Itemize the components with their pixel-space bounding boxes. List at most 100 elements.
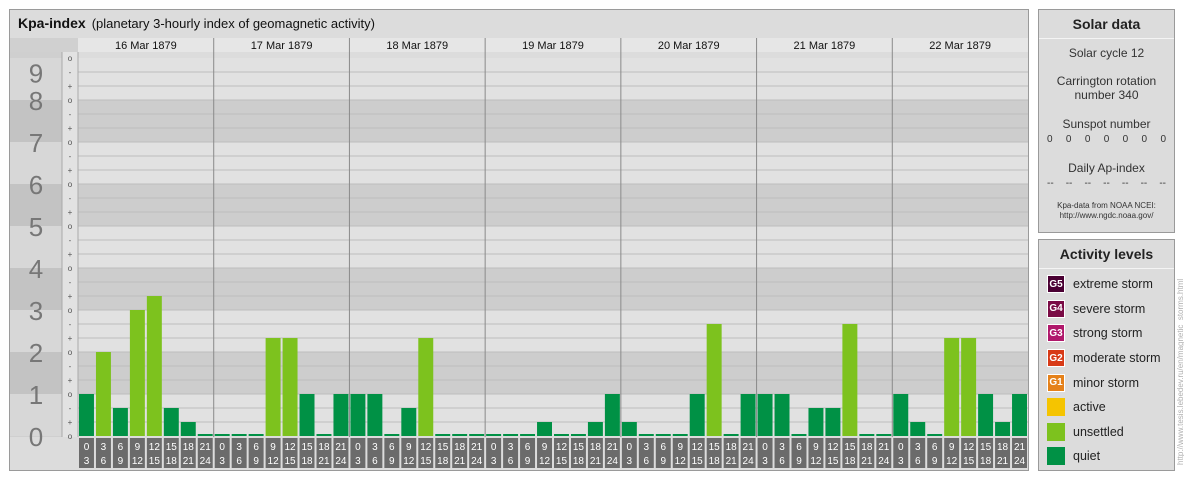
legend-swatch: G2: [1047, 349, 1065, 368]
kp-bar: [706, 323, 722, 436]
kp-bar: [791, 434, 807, 436]
data-source: Kpa-data from NOAA NCEI: http://www.ngdc…: [1039, 201, 1174, 221]
activity-levels-title: Activity levels: [1039, 240, 1174, 269]
interval-end-label: 6: [644, 456, 650, 467]
kp-band-1: [78, 352, 1028, 394]
ap-value: --: [1103, 178, 1110, 189]
kp-bar: [638, 434, 654, 436]
interval-start-label: 9: [677, 442, 683, 453]
interval-start-label: 12: [556, 442, 568, 453]
legend-label: quiet: [1073, 449, 1101, 464]
interval-start-label: 9: [542, 442, 548, 453]
kp-bar: [774, 394, 790, 436]
interval-start-label: 6: [118, 442, 124, 453]
interval-end-label: 9: [118, 456, 124, 467]
interval-end-label: 3: [762, 456, 768, 467]
source-line-1: Kpa-data from NOAA NCEI:: [1057, 201, 1156, 210]
interval-end-label: 3: [84, 456, 90, 467]
source-line-2[interactable]: http://www.ngdc.noaa.gov/: [1039, 211, 1174, 221]
y-tick-label: 3: [29, 296, 43, 326]
kp-bar: [350, 394, 366, 436]
interval-start-label: 21: [200, 442, 212, 453]
interval-end-label: 6: [236, 456, 242, 467]
solar-data-title: Solar data: [1039, 10, 1174, 39]
kp-bar: [180, 422, 196, 436]
day-label: 22 Mar 1879: [929, 40, 991, 52]
kp-bar: [587, 422, 603, 436]
legend-item: quiet: [1039, 444, 1174, 469]
interval-start-label: 6: [932, 442, 938, 453]
interval-start-label: 12: [692, 442, 704, 453]
kp-bar: [893, 394, 909, 436]
kp-bar: [435, 434, 451, 436]
interval-end-label: 21: [454, 456, 466, 467]
sub-tick-label: o: [68, 54, 73, 63]
sub-tick-label: +: [68, 292, 73, 301]
sub-tick-label: -: [69, 362, 72, 371]
interval-start-label: 15: [709, 442, 721, 453]
interval-end-label: 21: [861, 456, 873, 467]
legend-swatch: G5: [1047, 275, 1065, 294]
interval-start-label: 21: [1014, 442, 1026, 453]
kp-bar: [503, 434, 519, 436]
chart-title: Kpa-index: [18, 15, 86, 31]
interval-start-label: 12: [420, 442, 432, 453]
interval-start-label: 3: [508, 442, 514, 453]
interval-end-label: 15: [963, 456, 975, 467]
sunspot-label: Sunspot number: [1062, 117, 1151, 131]
interval-start-label: 3: [644, 442, 650, 453]
interval-end-label: 6: [508, 456, 514, 467]
kp-bar: [876, 434, 892, 436]
kp-bar: [655, 434, 671, 436]
interval-start-label: 6: [796, 442, 802, 453]
interval-start-label: 18: [861, 442, 873, 453]
legend-swatch: [1047, 398, 1065, 417]
kp-bar: [570, 434, 586, 436]
interval-start-label: 21: [607, 442, 619, 453]
interval-start-label: 15: [573, 442, 585, 453]
interval-start-label: 0: [898, 442, 904, 453]
axis-header-filler: [10, 38, 78, 52]
sub-tick-label: +: [68, 82, 73, 91]
carrington-rotation: Carrington rotation number 340: [1056, 74, 1157, 102]
interval-end-label: 3: [355, 456, 361, 467]
interval-start-label: 21: [335, 442, 347, 453]
kp-bar: [520, 434, 536, 436]
interval-start-label: 6: [253, 442, 259, 453]
interval-start-label: 21: [471, 442, 483, 453]
interval-end-label: 3: [219, 456, 225, 467]
y-tick-label: 8: [29, 86, 43, 116]
kpa-chart: 0123456789o+-o+-o+-o+-o+-o+-o+-o+-o+-o16…: [10, 38, 1028, 468]
legend-swatch: [1047, 422, 1065, 441]
kp-band-8: [78, 58, 1028, 100]
sunspot-value: 0: [1122, 134, 1129, 145]
interval-start-label: 3: [372, 442, 378, 453]
solar-cycle: Solar cycle 12: [1068, 46, 1145, 60]
legend-label: moderate storm: [1073, 351, 1161, 366]
kp-bar: [265, 338, 281, 436]
sunspot-values: 0 0 0 0 0 0 0: [1039, 134, 1174, 145]
interval-start-label: 9: [135, 442, 141, 453]
kp-bar: [418, 338, 434, 436]
interval-end-label: 12: [675, 456, 687, 467]
y-tick-label: 7: [29, 128, 43, 158]
day-label: 21 Mar 1879: [794, 40, 856, 52]
sub-tick-label: o: [68, 180, 73, 189]
legend-label: severe storm: [1073, 301, 1146, 316]
kp-bar: [689, 394, 705, 436]
legend-label: extreme storm: [1073, 277, 1153, 292]
kp-bar: [112, 407, 128, 436]
interval-end-label: 15: [284, 456, 296, 467]
interval-end-label: 3: [627, 456, 633, 467]
sub-tick-label: -: [69, 278, 72, 287]
solar-data-panel: Solar data Solar cycle 12 Carrington rot…: [1038, 9, 1175, 233]
interval-end-label: 21: [997, 456, 1009, 467]
interval-start-label: 9: [813, 442, 819, 453]
interval-start-label: 12: [149, 442, 161, 453]
interval-end-label: 9: [932, 456, 938, 467]
kp-band-2: [78, 310, 1028, 352]
kp-bar: [723, 434, 739, 436]
legend-label: strong storm: [1073, 326, 1143, 341]
sub-tick-label: o: [68, 222, 73, 231]
interval-start-label: 0: [491, 442, 497, 453]
